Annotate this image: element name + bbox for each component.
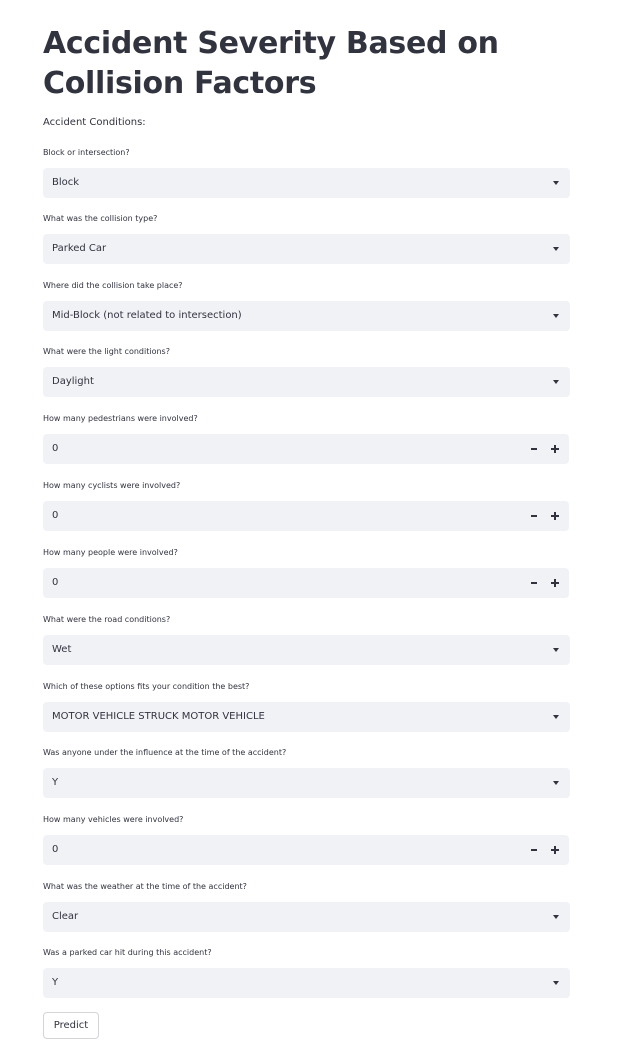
page-title: Accident Severity Based on Collision Fac… [43, 26, 499, 101]
chevron-down-icon [553, 781, 559, 785]
selected-value: Wet [52, 644, 72, 655]
road-conditions-select[interactable]: Wet [43, 635, 570, 665]
collision-type-select[interactable]: Parked Car [43, 234, 570, 264]
block-intersection-label: Block or intersection? [43, 148, 130, 157]
chevron-down-icon [553, 981, 559, 985]
light-conditions-select[interactable]: Daylight [43, 367, 570, 397]
collision-type-label: What was the collision type? [43, 214, 158, 223]
app-container: Accident Severity Based on Collision Fac… [0, 0, 636, 1064]
plus-icon[interactable] [551, 846, 559, 854]
chevron-down-icon [553, 181, 559, 185]
plus-icon[interactable] [551, 512, 559, 520]
plus-icon[interactable] [551, 445, 559, 453]
chevron-down-icon [553, 380, 559, 384]
collision-location-select[interactable]: Mid-Block (not related to intersection) [43, 301, 570, 331]
number-value: 0 [52, 577, 59, 588]
vehicles-label: How many vehicles were involved? [43, 815, 184, 824]
condition-option-label: Which of these options fits your conditi… [43, 682, 250, 691]
minus-icon[interactable] [531, 448, 537, 450]
selected-value: Y [52, 777, 59, 788]
weather-label: What was the weather at the time of the … [43, 882, 247, 891]
light-conditions-label: What were the light conditions? [43, 347, 170, 356]
cyclists-number-input[interactable]: 0 [43, 501, 569, 531]
predict-button[interactable]: Predict [43, 1012, 99, 1039]
plus-icon[interactable] [551, 579, 559, 587]
number-value: 0 [52, 443, 59, 454]
number-value: 0 [52, 844, 59, 855]
chevron-down-icon [553, 314, 559, 318]
section-heading: Accident Conditions: [43, 117, 146, 128]
collision-location-label: Where did the collision take place? [43, 281, 183, 290]
under-influence-select[interactable]: Y [43, 768, 570, 798]
parked-car-hit-select[interactable]: Y [43, 968, 570, 998]
pedestrians-number-input[interactable]: 0 [43, 434, 569, 464]
chevron-down-icon [553, 915, 559, 919]
cyclists-label: How many cyclists were involved? [43, 481, 181, 490]
selected-value: Daylight [52, 376, 94, 387]
under-influence-label: Was anyone under the influence at the ti… [43, 748, 287, 757]
condition-option-select[interactable]: MOTOR VEHICLE STRUCK MOTOR VEHICLE [43, 702, 570, 732]
selected-value: Parked Car [52, 243, 107, 254]
people-label: How many people were involved? [43, 548, 178, 557]
block-intersection-select[interactable]: Block [43, 168, 570, 198]
minus-icon[interactable] [531, 849, 537, 851]
minus-icon[interactable] [531, 582, 537, 584]
road-conditions-label: What were the road conditions? [43, 615, 171, 624]
selected-value: MOTOR VEHICLE STRUCK MOTOR VEHICLE [52, 711, 265, 722]
parked-car-hit-label: Was a parked car hit during this acciden… [43, 948, 212, 957]
selected-value: Y [52, 977, 59, 988]
people-number-input[interactable]: 0 [43, 568, 569, 598]
chevron-down-icon [553, 247, 559, 251]
selected-value: Clear [52, 911, 79, 922]
chevron-down-icon [553, 715, 559, 719]
selected-value: Block [52, 177, 80, 188]
pedestrians-label: How many pedestrians were involved? [43, 414, 198, 423]
chevron-down-icon [553, 648, 559, 652]
selected-value: Mid-Block (not related to intersection) [52, 310, 242, 321]
vehicles-number-input[interactable]: 0 [43, 835, 569, 865]
number-value: 0 [52, 510, 59, 521]
weather-select[interactable]: Clear [43, 902, 570, 932]
minus-icon[interactable] [531, 515, 537, 517]
